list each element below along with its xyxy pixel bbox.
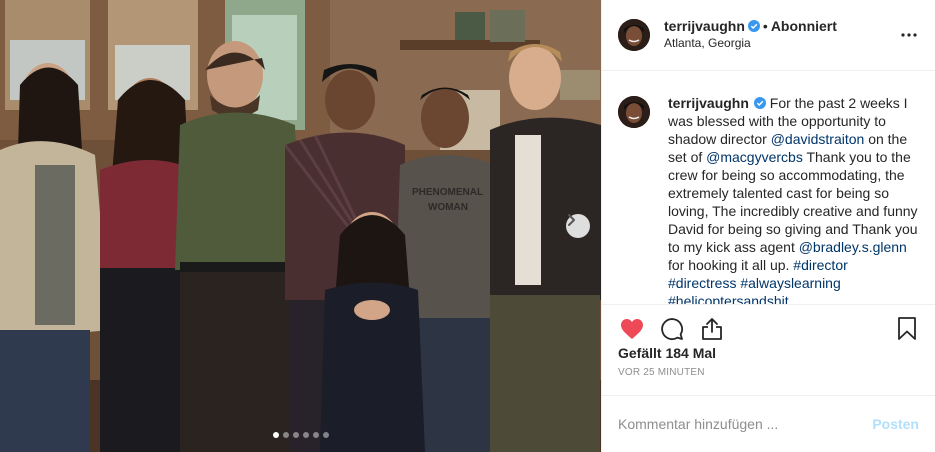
comment-icon bbox=[661, 318, 683, 340]
verified-badge-icon bbox=[747, 20, 760, 32]
comment-button[interactable] bbox=[658, 315, 686, 343]
post-header: terrijvaughn • Abonniert Atlanta, Georgia bbox=[602, 0, 935, 71]
carousel-dot bbox=[272, 432, 279, 438]
avatar-image bbox=[618, 19, 650, 51]
header-username[interactable]: terrijvaughn bbox=[664, 18, 745, 34]
carousel-dot bbox=[292, 432, 299, 438]
more-options-icon bbox=[901, 33, 917, 37]
svg-text:WOMAN: WOMAN bbox=[428, 202, 468, 213]
avatar[interactable] bbox=[618, 19, 650, 51]
comment-input[interactable] bbox=[618, 416, 873, 432]
avatar-image bbox=[618, 96, 650, 128]
heart-icon bbox=[621, 319, 643, 339]
post-caption: terrijvaughn For the past 2 weeks I was … bbox=[668, 94, 919, 304]
like-button[interactable] bbox=[618, 315, 646, 343]
location-link[interactable]: Atlanta, Georgia bbox=[664, 35, 897, 52]
more-options-button[interactable] bbox=[897, 23, 921, 47]
carousel-dot bbox=[312, 432, 319, 438]
post-photo[interactable]: PHENOMENAL WOMAN bbox=[0, 0, 601, 452]
post-timestamp[interactable]: VOR 25 MINUTEN bbox=[618, 367, 919, 378]
carousel-dot bbox=[322, 432, 329, 438]
hashtag-link[interactable]: #helicoptersandshit bbox=[668, 293, 789, 304]
mention-link[interactable]: @macgyvercbs bbox=[706, 149, 803, 165]
instagram-post: PHENOMENAL WOMAN terrijvaughn • Abonnier… bbox=[0, 0, 935, 452]
caption-text: For the past 2 weeks I was blessed with … bbox=[668, 95, 918, 304]
share-icon bbox=[702, 318, 722, 340]
bookmark-icon bbox=[898, 317, 916, 340]
post-side-panel: terrijvaughn • Abonniert Atlanta, Georgia bbox=[601, 0, 935, 452]
caption-text-segment: for hooking it all up. bbox=[668, 257, 794, 273]
mention-link[interactable]: @bradley.s.glenn bbox=[799, 239, 907, 255]
save-button[interactable] bbox=[893, 315, 921, 343]
hashtag-link[interactable]: #directress bbox=[668, 275, 736, 291]
hashtag-link[interactable]: #director bbox=[793, 257, 847, 273]
cast-photo-illustration: PHENOMENAL WOMAN bbox=[0, 0, 601, 452]
follow-status-button[interactable]: Abonniert bbox=[771, 18, 837, 34]
carousel-dot bbox=[302, 432, 309, 438]
post-actions-section: Gefällt 184 Mal VOR 25 MINUTEN bbox=[602, 304, 935, 378]
comments-area: terrijvaughn For the past 2 weeks I was … bbox=[602, 71, 935, 304]
carousel-next-button[interactable] bbox=[566, 214, 590, 238]
mention-link[interactable]: @davidstraiton bbox=[771, 131, 865, 147]
shirt-text: PHENOMENAL bbox=[412, 187, 483, 198]
caption-username[interactable]: terrijvaughn bbox=[668, 95, 749, 111]
follow-separator: • bbox=[762, 18, 768, 34]
verified-badge-icon bbox=[753, 97, 766, 109]
likes-count[interactable]: Gefällt 184 Mal bbox=[618, 345, 919, 361]
chevron-right-icon bbox=[568, 214, 575, 226]
post-comment-button[interactable]: Posten bbox=[872, 416, 919, 432]
add-comment-bar: Posten bbox=[602, 395, 935, 452]
header-text: terrijvaughn • Abonniert Atlanta, Georgia bbox=[664, 18, 897, 52]
carousel-indicator bbox=[0, 432, 601, 438]
carousel-dot bbox=[282, 432, 289, 438]
caption-avatar[interactable] bbox=[618, 96, 650, 128]
share-button[interactable] bbox=[698, 315, 726, 343]
hashtag-link[interactable]: #alwayslearning bbox=[740, 275, 840, 291]
